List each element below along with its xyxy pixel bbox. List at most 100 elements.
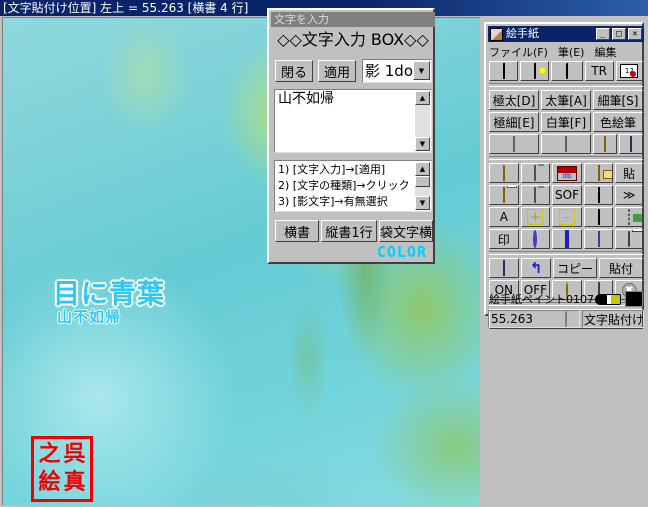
layers-icon [503, 260, 505, 276]
app-logo-icon [490, 27, 503, 41]
green-target-icon [533, 63, 536, 79]
minus-button[interactable]: – [552, 207, 582, 227]
menu-item-file[interactable]: ファイル(F) [489, 44, 548, 60]
canvas-text-small: 山不如帰 [57, 308, 122, 326]
tool-button-印[interactable]: 印 [489, 229, 519, 249]
tool-button-≫[interactable]: ≫ [615, 185, 643, 205]
open-box-button[interactable] [489, 185, 519, 205]
horizontal-text-button[interactable]: 横書 [275, 220, 319, 242]
scissors-db-button[interactable]: db [552, 163, 582, 183]
tool-button-A[interactable]: A [489, 207, 519, 227]
select-region-button[interactable] [615, 207, 643, 227]
current-color-swatch[interactable] [625, 291, 643, 307]
instructions-text: 1) [文字入力]→[適用] 2) [文字の種類]→クリック 3) [影文字]→… [278, 163, 410, 208]
palette-titlebar: 絵手紙 _ □ ✕ [488, 26, 644, 42]
text-input-dialog: 文字を入力 ◇◇文字入力 BOX◇◇ 閉る 適用 影 1dot ▼ 山不如帰 ▲… [267, 8, 435, 264]
tool-button-TR[interactable]: TR [584, 61, 614, 81]
tool-button-コピー[interactable]: コピー [553, 258, 597, 278]
menu-item-edit[interactable]: 編集 [594, 44, 616, 60]
maximize-button[interactable]: □ [612, 28, 626, 40]
white-rect-button[interactable] [489, 61, 519, 81]
coordinate-value: 55.263 [488, 310, 580, 328]
circle-button[interactable] [520, 229, 551, 249]
scrollbar-track[interactable] [415, 105, 430, 137]
minimize-button[interactable]: _ [596, 28, 610, 40]
palette-window: 絵手紙 _ □ ✕ ファイル(F) 筆(E) 編集 TR 12 極太[D] 太筆[A]… [484, 22, 644, 329]
paint-bucket-button[interactable] [583, 185, 614, 205]
undo-button[interactable]: ↰ [521, 258, 551, 278]
vertical-text-button[interactable]: 縦書1行 [321, 220, 377, 242]
instructions-list: 1) [文字入力]→[適用] 2) [文字の種類]→クリック 3) [影文字]→… [274, 160, 432, 212]
clipboard-button[interactable] [520, 163, 551, 183]
tool-button-label: 貼付 [608, 261, 633, 276]
seal-char: 真 [63, 470, 86, 495]
pen-tip-icon [565, 63, 568, 79]
pencil-marker-icon [565, 136, 567, 152]
tool-button-白筆[F][interactable]: 白筆[F] [541, 112, 591, 132]
tool-button-label: 印 [497, 232, 510, 247]
grid-button[interactable] [583, 229, 614, 249]
plus-button[interactable]: + [520, 207, 551, 227]
palette-separator [489, 156, 643, 160]
color-label[interactable]: COLOR [377, 243, 427, 261]
apply-button[interactable]: 適用 [318, 60, 356, 82]
folder-open-icon [502, 165, 505, 181]
clock-red-icon: 12 [620, 64, 639, 78]
tool-button-貼[interactable]: 貼 [615, 163, 643, 183]
plus-icon: + [527, 209, 544, 225]
tool-button-極太[D][interactable]: 極太[D] [489, 90, 539, 110]
tool-button-label: SOF [555, 188, 579, 202]
scroll-down-icon[interactable]: ▼ [415, 137, 430, 151]
palette-footer: 55.263 文字貼付け [488, 310, 644, 328]
tool-button-極細[E][interactable]: 極細[E] [489, 112, 539, 132]
tool-button-SOF[interactable]: SOF [552, 185, 582, 205]
select-region-icon [628, 209, 631, 225]
shadow-style-select[interactable]: 影 1dot ▼ [362, 59, 432, 83]
scroll-up-icon[interactable]: ▲ [415, 162, 430, 176]
seal-char: 之 [38, 442, 61, 467]
scrollbar-track[interactable] [415, 187, 430, 196]
scissors-db-icon: db [556, 165, 577, 181]
tool-button-label: コピー [556, 261, 593, 276]
outline-text-button[interactable]: 袋文字横 [379, 220, 433, 242]
open-box-icon [502, 187, 505, 203]
text-input-textarea[interactable]: 山不如帰 ▲ ▼ [274, 89, 432, 153]
square-button[interactable] [552, 229, 582, 249]
scrollbar-thumb[interactable] [415, 176, 430, 187]
canvas-seal-stamp: 呉 之 真 絵 [31, 436, 93, 502]
pencil-button[interactable] [593, 134, 617, 154]
text-dialog-titlebar: 文字を入力 [271, 12, 435, 27]
green-target-button[interactable] [520, 61, 550, 81]
pencil-marker-button[interactable] [541, 134, 591, 154]
palette-separator [489, 83, 643, 87]
pen-tip-button[interactable] [551, 61, 583, 81]
layers-button[interactable] [489, 258, 519, 278]
close-button[interactable]: ✕ [628, 28, 642, 40]
palette-row: A + – [489, 207, 643, 227]
tool-button-label: 色絵筆 [599, 115, 636, 130]
textarea-scrollbar[interactable]: ▲ ▼ [415, 91, 430, 151]
printer-button[interactable] [615, 229, 643, 249]
instructions-scrollbar[interactable]: ▲ ▼ [415, 162, 430, 210]
scroll-up-icon[interactable]: ▲ [415, 91, 430, 105]
menu-item-brush[interactable]: 筆(E) [558, 44, 585, 60]
tool-button-太筆[A][interactable]: 太筆[A] [541, 90, 591, 110]
brush-wide-button[interactable] [489, 134, 539, 154]
tool-button-細筆[S][interactable]: 細筆[S] [593, 90, 643, 110]
pen-indicator-icon [595, 293, 621, 305]
tool-button-色絵筆[interactable]: 色絵筆 [593, 112, 643, 132]
scroll-down-icon[interactable]: ▼ [415, 196, 430, 210]
minus-icon: – [558, 209, 575, 225]
palette-row: ↰ コピー 貼付 [489, 258, 643, 278]
spray-button[interactable] [619, 134, 643, 154]
image-button[interactable] [583, 207, 614, 227]
copy-stack-button[interactable] [583, 163, 614, 183]
folder-open-button[interactable] [489, 163, 519, 183]
clipboard2-button[interactable] [520, 185, 551, 205]
square-icon [564, 230, 569, 248]
clock-red-button[interactable]: 12 [615, 61, 643, 81]
chevron-down-icon[interactable]: ▼ [413, 61, 430, 80]
tool-button-貼付[interactable]: 貼付 [599, 258, 643, 278]
seal-char: 絵 [38, 470, 61, 495]
close-button[interactable]: 閉る [275, 60, 313, 82]
